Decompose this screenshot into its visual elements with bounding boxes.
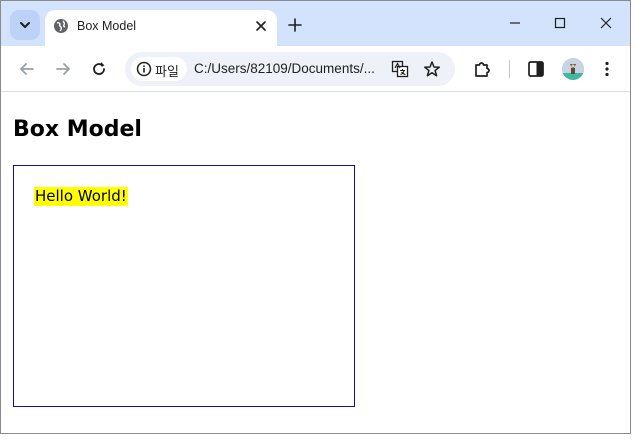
site-info-label: 파일 <box>155 64 179 79</box>
kebab-menu-icon[interactable] <box>597 59 617 79</box>
url-text: C:/Users/82109/Documents/... <box>194 61 375 76</box>
tab-title: Box Model <box>77 19 137 33</box>
profile-picture <box>562 58 584 80</box>
reload-icon[interactable] <box>89 59 109 79</box>
info-icon <box>136 61 152 77</box>
avatar[interactable] <box>562 58 584 80</box>
puzzle-icon[interactable] <box>472 59 492 79</box>
globe-icon <box>54 19 68 33</box>
address-bar[interactable]: 파일 C:/Users/82109/Documents/... <box>125 52 455 86</box>
back-arrow-icon[interactable] <box>17 59 37 79</box>
close-window-icon[interactable] <box>598 15 614 31</box>
forward-arrow-icon[interactable] <box>53 59 73 79</box>
translate-icon[interactable] <box>391 60 409 78</box>
side-panel-icon[interactable] <box>526 59 546 79</box>
site-info-chip[interactable]: 파일 <box>131 57 187 81</box>
plus-icon[interactable] <box>286 16 304 34</box>
active-tab[interactable]: Box Model <box>45 10 277 46</box>
page-content: Box Model Hello World! <box>1 93 630 433</box>
page-heading: Box Model <box>13 117 142 142</box>
maximize-icon[interactable] <box>552 15 568 31</box>
star-icon[interactable] <box>423 60 441 78</box>
close-icon[interactable] <box>253 18 269 34</box>
toolbar-separator <box>509 60 510 78</box>
box-model-container: Hello World! <box>13 165 355 407</box>
minimize-icon[interactable] <box>507 15 523 31</box>
title-bar: Box Model <box>1 1 630 46</box>
browser-window: Box Model 파일 C:/Users/82109/Documents/..… <box>0 0 631 434</box>
browser-toolbar: 파일 C:/Users/82109/Documents/... <box>1 46 630 92</box>
tab-search-button[interactable] <box>10 10 40 40</box>
chevron-down-icon <box>20 22 30 28</box>
hello-text: Hello World! <box>34 187 128 206</box>
